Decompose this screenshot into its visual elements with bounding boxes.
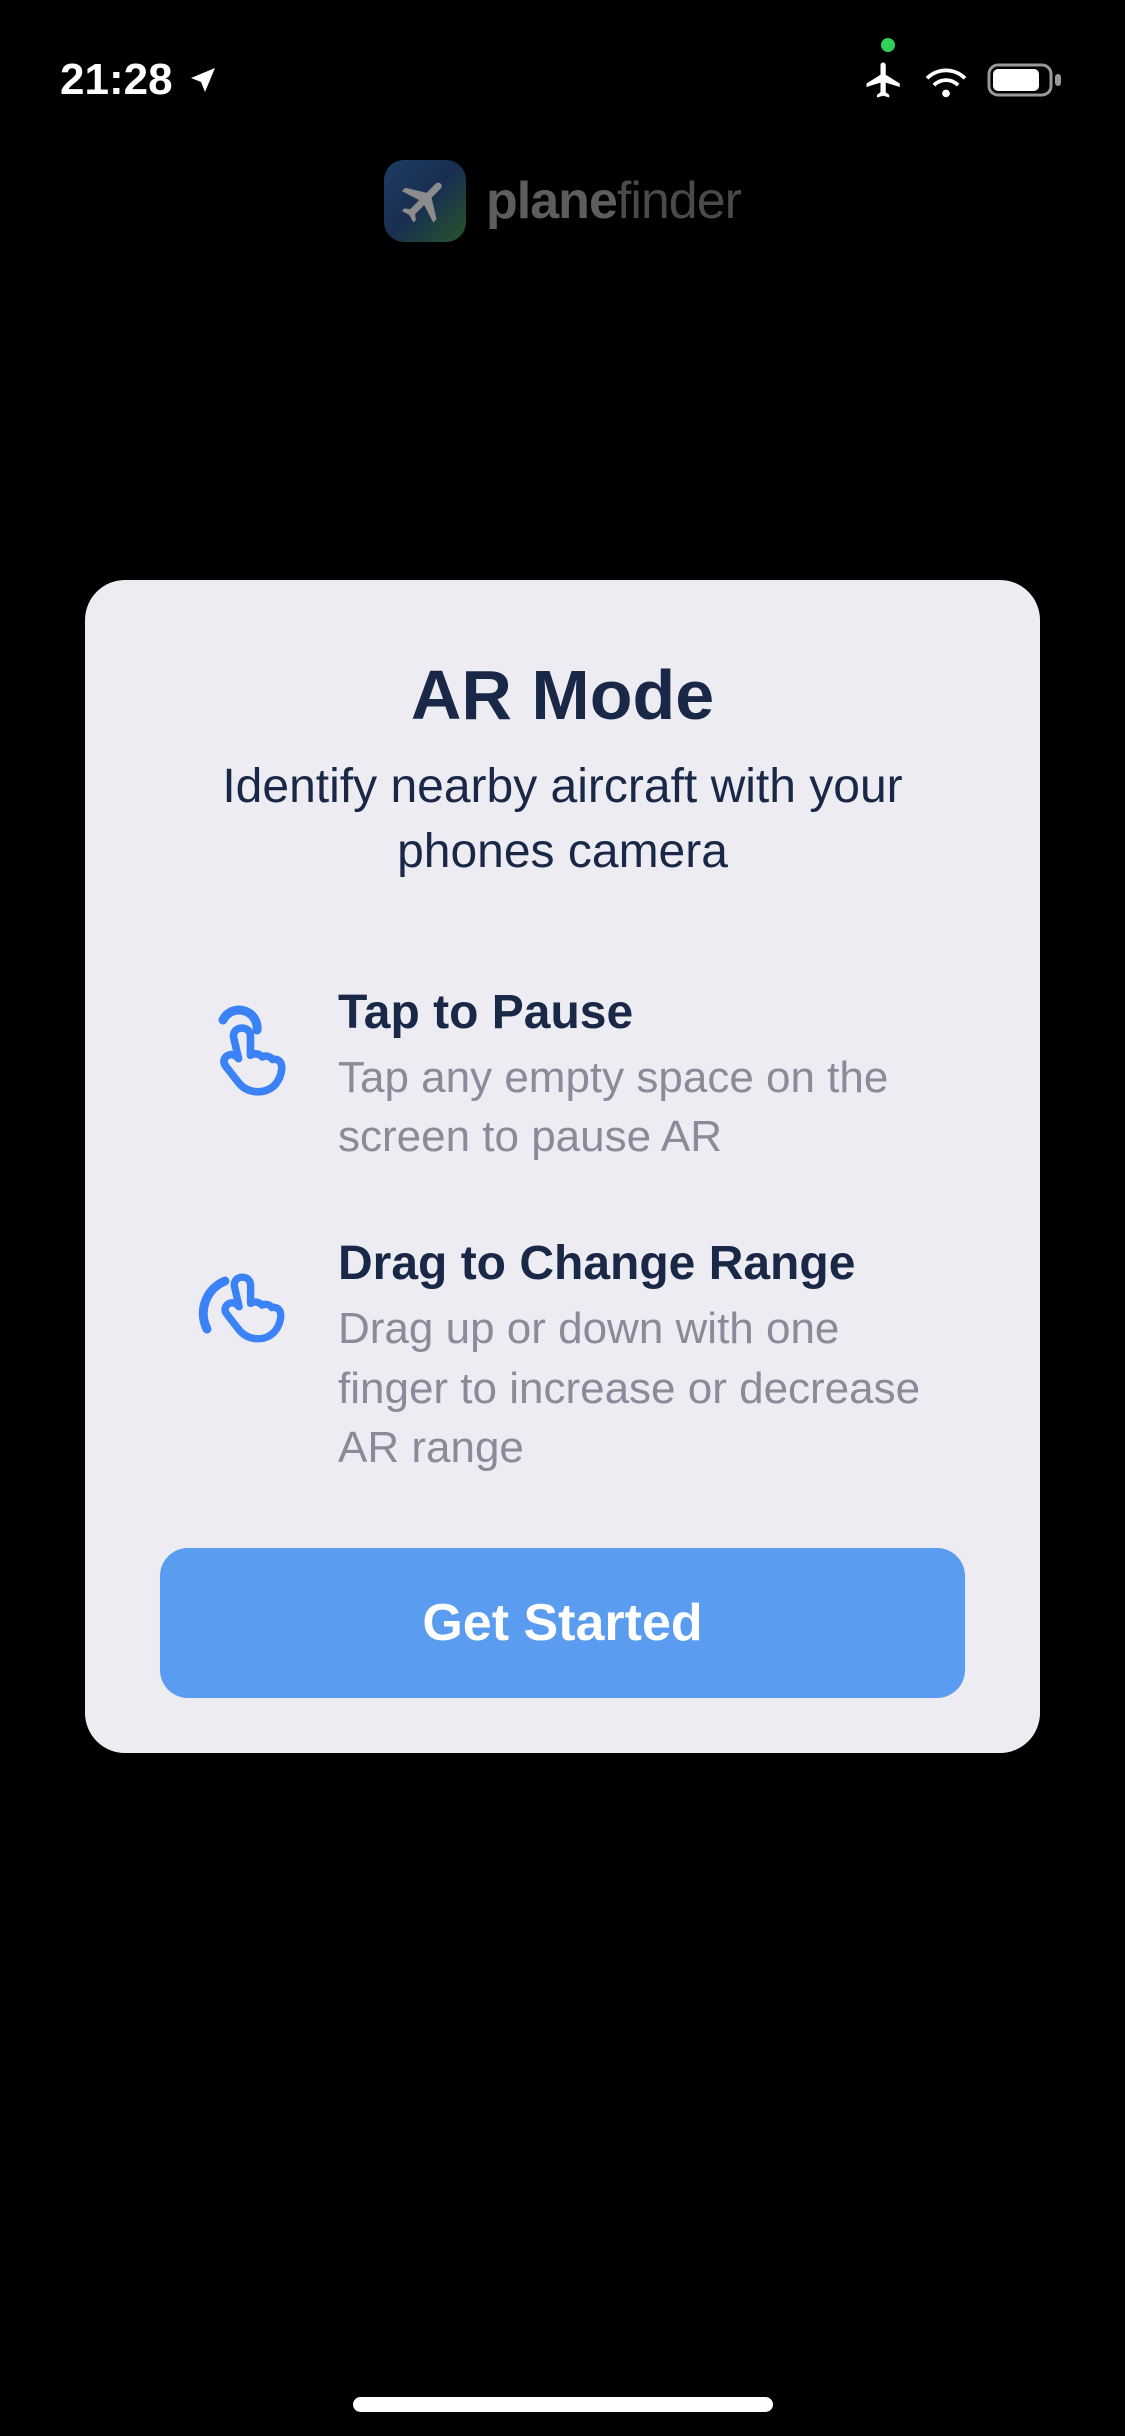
app-name-bold: plane (486, 172, 617, 230)
app-logo-area: planefinder (0, 160, 1125, 242)
status-left: 21:28 (60, 55, 219, 105)
status-time: 21:28 (60, 55, 173, 105)
app-icon (384, 160, 466, 242)
status-bar: 21:28 (0, 0, 1125, 130)
status-right (863, 59, 1065, 101)
modal-subtitle: Identify nearby aircraft with your phone… (135, 755, 990, 885)
app-name: planefinder (486, 171, 741, 231)
feature-drag-text: Drag to Change Range Drag up or down wit… (338, 1236, 960, 1477)
battery-icon (987, 61, 1065, 99)
feature-tap-text: Tap to Pause Tap any empty space on the … (338, 985, 960, 1167)
feature-drag-title: Drag to Change Range (338, 1236, 960, 1291)
home-indicator[interactable] (353, 2397, 773, 2412)
feature-tap-to-pause: Tap to Pause Tap any empty space on the … (135, 985, 990, 1167)
camera-indicator-dot (881, 38, 895, 52)
airplane-mode-icon (863, 59, 905, 101)
location-arrow-icon (187, 64, 219, 96)
app-name-thin: finder (617, 172, 741, 230)
feature-drag-range: Drag to Change Range Drag up or down wit… (135, 1236, 990, 1477)
ar-mode-modal: AR Mode Identify nearby aircraft with yo… (85, 580, 1040, 1753)
wifi-icon (923, 62, 969, 98)
modal-title: AR Mode (135, 655, 990, 735)
feature-tap-desc: Tap any empty space on the screen to pau… (338, 1048, 960, 1167)
tap-gesture-icon (180, 995, 300, 1115)
feature-drag-desc: Drag up or down with one finger to incre… (338, 1299, 960, 1477)
get-started-button[interactable]: Get Started (160, 1548, 965, 1698)
drag-gesture-icon (180, 1246, 300, 1366)
feature-tap-title: Tap to Pause (338, 985, 960, 1040)
